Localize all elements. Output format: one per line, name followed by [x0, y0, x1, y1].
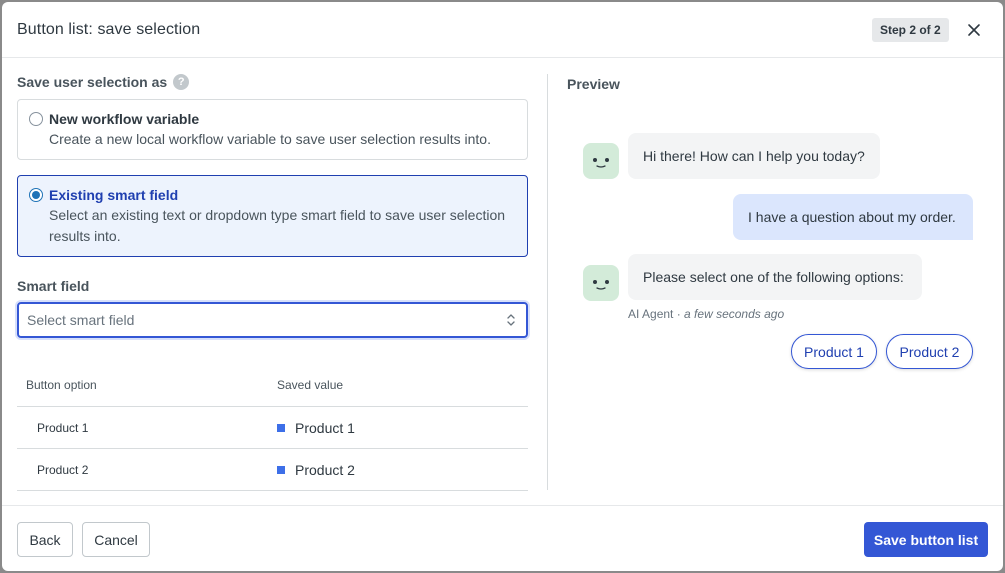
smart-field-label: Smart field [17, 278, 90, 294]
button-option-cell: Product 1 [37, 420, 89, 435]
modal-header: Button list: save selection [2, 2, 1003, 58]
save-selection-modal: Button list: save selection Step 2 of 2 … [2, 2, 1003, 571]
settings-panel: Save user selection as ? New workflow va… [17, 58, 529, 491]
agent-message: Hi there! How can I help you today? [628, 133, 880, 179]
cancel-button[interactable]: Cancel [82, 522, 150, 557]
preview-label: Preview [567, 76, 620, 92]
close-button[interactable] [962, 18, 986, 42]
preview-option-button[interactable]: Product 2 [886, 334, 973, 369]
modal-title: Button list: save selection [17, 20, 201, 38]
option-title: Existing smart field [49, 187, 179, 203]
option-existing-smart-field[interactable]: Existing smart field Select an existing … [17, 175, 528, 257]
smart-field-select[interactable]: Select smart field [17, 302, 528, 338]
agent-message: Please select one of the following optio… [628, 254, 922, 300]
table-row: Product 2 Product 2 [17, 449, 528, 491]
preview-option-button[interactable]: Product 1 [791, 334, 877, 369]
agent-avatar [583, 265, 619, 301]
message-meta: AI Agent · a few seconds ago [628, 307, 784, 321]
modal-footer: Back Cancel Save button list [2, 505, 1003, 571]
value-swatch-icon [277, 423, 285, 432]
table-header: Button option Saved value [17, 364, 528, 407]
option-description: Select an existing text or dropdown type… [49, 207, 506, 244]
button-option-cell: Product 2 [37, 462, 89, 477]
meta-sender: AI Agent · [628, 307, 685, 321]
option-description: Create a new local workflow variable to … [49, 131, 491, 147]
saved-value-cell: Product 2 [277, 462, 528, 478]
smart-field-placeholder: Select smart field [27, 312, 135, 328]
help-icon[interactable]: ? [173, 74, 190, 90]
value-swatch-icon [277, 465, 285, 474]
saved-value-cell: Product 1 [277, 420, 528, 436]
user-message: I have a question about my order. [733, 194, 973, 240]
agent-avatar [583, 143, 619, 179]
radio-new-workflow-variable[interactable] [29, 112, 43, 126]
bot-face-icon [593, 280, 609, 290]
column-header-button-option: Button option [26, 378, 97, 392]
meta-time: a few seconds ago [684, 307, 785, 321]
option-new-workflow-variable[interactable]: New workflow variable Create a new local… [17, 99, 528, 160]
saved-value-text: Product 1 [295, 419, 355, 436]
bot-face-icon [593, 158, 609, 168]
save-as-label-text: Save user selection as [17, 74, 168, 90]
step-badge: Step 2 of 2 [872, 18, 949, 42]
save-as-label: Save user selection as ? [17, 74, 190, 90]
radio-existing-smart-field[interactable] [29, 188, 43, 202]
close-icon [968, 24, 980, 36]
table-row: Product 1 Product 1 [17, 407, 528, 449]
save-button-list-button[interactable]: Save button list [864, 522, 988, 557]
option-title: New workflow variable [49, 111, 200, 127]
preview-panel: Preview Hi there! How can I help you tod… [567, 58, 987, 490]
column-header-saved-value: Saved value [277, 378, 344, 392]
saved-value-text: Product 2 [295, 461, 355, 478]
back-button[interactable]: Back [17, 522, 73, 557]
mapping-table: Button option Saved value Product 1 Prod… [17, 364, 528, 491]
panel-divider [547, 74, 548, 490]
chevron-updown-icon [507, 314, 515, 326]
